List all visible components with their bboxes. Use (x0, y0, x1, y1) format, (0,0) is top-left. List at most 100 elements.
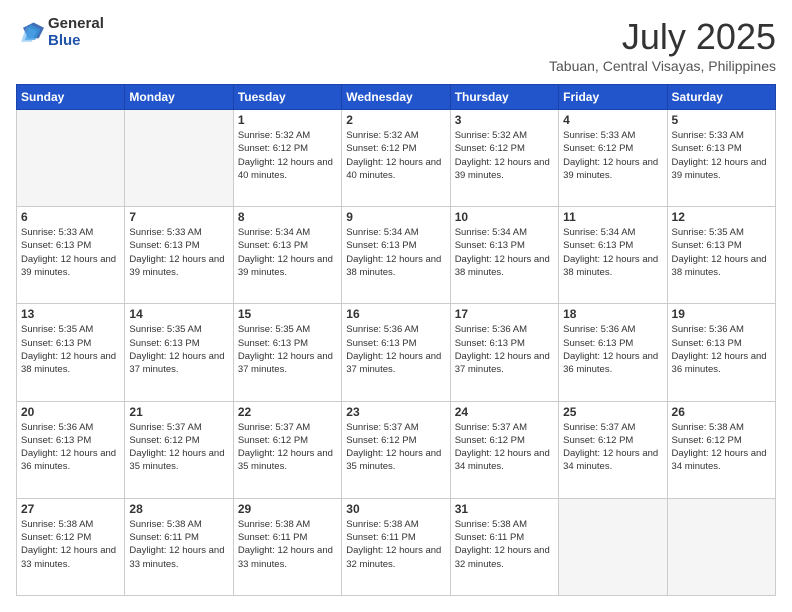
daylight-text: Daylight: 12 hours and (672, 156, 771, 169)
sunrise-text: Sunrise: 5:36 AM (21, 421, 120, 434)
sunrise-text: Sunrise: 5:32 AM (238, 129, 337, 142)
daylight-minutes: 34 minutes. (455, 460, 554, 473)
day-number: 3 (455, 113, 554, 127)
sunset-text: Sunset: 6:13 PM (672, 239, 771, 252)
daylight-text: Daylight: 12 hours and (129, 447, 228, 460)
col-wednesday: Wednesday (342, 85, 450, 110)
sunrise-text: Sunrise: 5:33 AM (672, 129, 771, 142)
sunset-text: Sunset: 6:12 PM (672, 434, 771, 447)
sunset-text: Sunset: 6:12 PM (455, 434, 554, 447)
cell-1-6: 12Sunrise: 5:35 AMSunset: 6:13 PMDayligh… (667, 207, 775, 304)
daylight-minutes: 39 minutes. (238, 266, 337, 279)
day-number: 17 (455, 307, 554, 321)
cell-4-6 (667, 498, 775, 595)
week-row-3: 20 Sunrise: 5:36 AMSunset: 6:13 PM Dayligh… (17, 401, 776, 498)
day-number: 30 (346, 502, 445, 516)
sunrise-text: Sunrise: 5:38 AM (672, 421, 771, 434)
daylight-minutes: 37 minutes. (346, 363, 445, 376)
cell-2-0: 13Sunrise: 5:35 AMSunset: 6:13 PMDayligh… (17, 304, 125, 401)
daylight-minutes: 33 minutes. (21, 558, 120, 571)
cell-0-0 (17, 110, 125, 207)
sunset-text: Sunset: 6:11 PM (129, 531, 228, 544)
day-number: 18 (563, 307, 662, 321)
logo-general-text: General (48, 16, 104, 33)
day-number: 27 (21, 502, 120, 516)
daylight-minutes: 35 minutes. (129, 460, 228, 473)
page: General Blue July 2025 Tabuan, Central V… (0, 0, 792, 612)
day-number: 19 (672, 307, 771, 321)
week-row-4: 27Sunrise: 5:38 AMSunset: 6:12 PMDayligh… (17, 498, 776, 595)
sunrise-text: Sunrise: 5:36 AM (455, 323, 554, 336)
sunset-text: Sunset: 6:13 PM (672, 142, 771, 155)
week-row-0: 1Sunrise: 5:32 AMSunset: 6:12 PMDaylight… (17, 110, 776, 207)
day-number: 9 (346, 210, 445, 224)
sunrise-text: Sunrise: 5:38 AM (129, 518, 228, 531)
sunrise-text: Sunrise: 5:36 AM (672, 323, 771, 336)
sunrise-text: Sunrise: 5:34 AM (238, 226, 337, 239)
daylight-text: Daylight: 12 hours and (563, 350, 662, 363)
daylight-minutes: 37 minutes. (129, 363, 228, 376)
daylight-text: Daylight: 12 hours and (238, 544, 337, 557)
calendar-table: Sunday Monday Tuesday Wednesday Thursday… (16, 84, 776, 596)
daylight-minutes: 33 minutes. (129, 558, 228, 571)
logo-blue-text: Blue (48, 33, 104, 50)
daylight-text: Daylight: 12 hours and (129, 544, 228, 557)
daylight-text: Daylight: 12 hours and (563, 156, 662, 169)
sunrise-text: Sunrise: 5:37 AM (238, 421, 337, 434)
day-number: 2 (346, 113, 445, 127)
day-number: 6 (21, 210, 120, 224)
day-number: 16 (346, 307, 445, 321)
day-number: 23 (346, 405, 445, 419)
sunrise-text: Sunrise: 5:38 AM (21, 518, 120, 531)
day-number: 20 (21, 405, 120, 419)
cell-1-0: 6Sunrise: 5:33 AMSunset: 6:13 PMDaylight… (17, 207, 125, 304)
cell-0-6: 5 Sunrise: 5:33 AMSunset: 6:13 PMDaylight… (667, 110, 775, 207)
sunset-text: Sunset: 6:13 PM (129, 337, 228, 350)
sunset-text: Sunset: 6:13 PM (672, 337, 771, 350)
cell-4-4: 31Sunrise: 5:38 AMSunset: 6:11 PMDayligh… (450, 498, 558, 595)
sunset-text: Sunset: 6:12 PM (346, 142, 445, 155)
day-number: 11 (563, 210, 662, 224)
daylight-text: Daylight: 12 hours and (21, 544, 120, 557)
cell-2-5: 18Sunrise: 5:36 AMSunset: 6:13 PMDayligh… (559, 304, 667, 401)
sunrise-text: Sunrise: 5:35 AM (129, 323, 228, 336)
sunset-text: Sunset: 6:13 PM (21, 434, 120, 447)
daylight-minutes: 34 minutes. (563, 460, 662, 473)
daylight-text: Daylight: 12 hours and (129, 350, 228, 363)
sunrise-text: Sunrise: 5:33 AM (563, 129, 662, 142)
cell-3-2: 22Sunrise: 5:37 AMSunset: 6:12 PMDayligh… (233, 401, 341, 498)
sunset-text: Sunset: 6:12 PM (563, 434, 662, 447)
daylight-minutes: 40 minutes. (346, 169, 445, 182)
cell-1-1: 7Sunrise: 5:33 AMSunset: 6:13 PMDaylight… (125, 207, 233, 304)
day-number: 5 (672, 113, 771, 127)
cell-2-3: 16Sunrise: 5:36 AMSunset: 6:13 PMDayligh… (342, 304, 450, 401)
day-number: 31 (455, 502, 554, 516)
daylight-text: Daylight: 12 hours and (455, 544, 554, 557)
daylight-text: Daylight: 12 hours and (563, 447, 662, 460)
sub-title: Tabuan, Central Visayas, Philippines (549, 58, 776, 74)
sunrise-text: Sunrise: 5:35 AM (672, 226, 771, 239)
sunset-text: Sunset: 6:12 PM (21, 531, 120, 544)
day-number: 14 (129, 307, 228, 321)
sunrise-text: Sunrise: 5:37 AM (563, 421, 662, 434)
cell-2-4: 17Sunrise: 5:36 AMSunset: 6:13 PMDayligh… (450, 304, 558, 401)
logo-icon (16, 19, 44, 47)
calendar-header-row: Sunday Monday Tuesday Wednesday Thursday… (17, 85, 776, 110)
daylight-minutes: 34 minutes. (672, 460, 771, 473)
sunrise-text: Sunrise: 5:38 AM (346, 518, 445, 531)
title-block: July 2025 Tabuan, Central Visayas, Phili… (549, 16, 776, 74)
sunrise-text: Sunrise: 5:33 AM (21, 226, 120, 239)
sunrise-text: Sunrise: 5:35 AM (238, 323, 337, 336)
sunset-text: Sunset: 6:13 PM (346, 239, 445, 252)
daylight-minutes: 36 minutes. (21, 460, 120, 473)
logo-text: General Blue (48, 16, 104, 49)
daylight-minutes: 32 minutes. (346, 558, 445, 571)
sunrise-text: Sunrise: 5:34 AM (346, 226, 445, 239)
daylight-text: Daylight: 12 hours and (21, 253, 120, 266)
daylight-text: Daylight: 12 hours and (21, 350, 120, 363)
daylight-minutes: 36 minutes. (563, 363, 662, 376)
sunset-text: Sunset: 6:13 PM (238, 337, 337, 350)
day-number: 24 (455, 405, 554, 419)
daylight-minutes: 38 minutes. (672, 266, 771, 279)
daylight-text: Daylight: 12 hours and (672, 350, 771, 363)
